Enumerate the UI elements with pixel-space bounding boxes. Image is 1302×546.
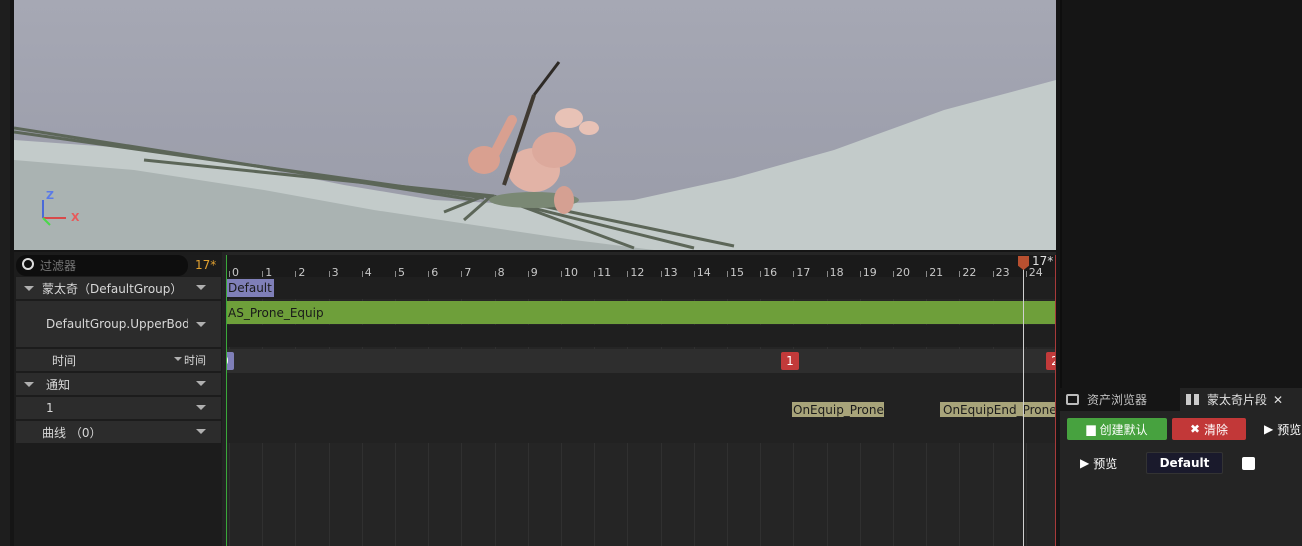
montage-track-panel: 过滤器 17* 蒙太奇（DefaultGroup） DefaultGroup.U… [14,252,1056,546]
time-dropdown-caret-icon[interactable] [174,357,182,361]
montage-sections-icon [1186,394,1199,405]
dropdown-caret-icon[interactable] [196,285,206,290]
tree-row-time[interactable]: 时间 时间 [16,349,221,371]
section-default-button[interactable]: Default [1146,452,1223,474]
close-icon[interactable]: ✕ [1273,393,1283,407]
notify-track-label: 1 [46,401,54,415]
preview-label: 预览 [1093,456,1118,471]
dropdown-caret-icon[interactable] [196,405,206,410]
document-icon: ▆ [1086,422,1096,436]
section-default-clip[interactable]: Default [226,279,274,297]
section-band [226,277,1056,299]
search-icon [22,258,34,270]
left-edge-strip [0,0,10,546]
preview-all-label: 预览 [1277,422,1302,437]
tree-row-slot[interactable]: DefaultGroup.UpperBody [16,301,221,347]
time-marker-start[interactable]: 0 [226,352,234,370]
time-marker-mid[interactable]: 1 [781,352,799,370]
notify-on-equip-prone[interactable]: OnEquip_Prone [786,402,884,417]
playhead-line[interactable] [1023,264,1024,546]
notifies-label: 通知 [46,377,71,392]
expand-caret-icon[interactable] [24,381,34,387]
tab-montage-sections[interactable]: 蒙太奇片段 ✕ [1180,388,1302,411]
play-icon: ▶ [1264,422,1274,436]
slot-label: DefaultGroup.UpperBody [46,317,188,331]
preview-viewport[interactable]: Z X [14,0,1056,250]
filter-search-input[interactable]: 过滤器 [16,255,188,276]
expand-caret-icon[interactable] [24,285,34,291]
preview-button[interactable]: ▶ 预览 [1080,452,1130,474]
clear-label: 清除 [1204,422,1229,437]
end-boundary-line [1055,255,1056,546]
time-label: 时间 [52,353,77,368]
animation-clip[interactable]: AS_Prone_Equip [226,301,1056,324]
viewport-scene [14,61,1056,250]
tree-row-montage-group[interactable]: 蒙太奇（DefaultGroup） [16,277,221,299]
clear-button[interactable]: ✖ 清除 [1172,418,1246,440]
notify-1-label: OnEquip_Prone [793,402,884,417]
preview-all-button[interactable]: ▶ 预览 [1264,418,1302,440]
section-checkbox[interactable] [1242,457,1255,470]
playhead-label: 17* (0.59) (70.63%) [1032,254,1056,268]
time-dropdown-label[interactable]: 时间 [184,352,206,368]
start-boundary-line [226,255,227,546]
asset-browser-icon [1066,394,1079,405]
animation-montage-editor: Z X 过滤器 17* 蒙太奇（DefaultGroup） DefaultGro… [0,0,1302,546]
dropdown-caret-icon[interactable] [196,429,206,434]
create-default-button[interactable]: ▆ 创建默认 [1067,418,1167,440]
notify-band [226,373,1056,443]
right-tabbar: 资产浏览器 蒙太奇片段 ✕ [1060,388,1302,411]
track-tree: 过滤器 17* 蒙太奇（DefaultGroup） DefaultGroup.U… [14,252,222,546]
notify-on-equip-end-prone[interactable]: OnEquipEnd_Prone [940,402,1056,417]
character-model [468,61,599,214]
montage-group-label: 蒙太奇（DefaultGroup） [42,281,183,296]
time-band [226,349,1056,373]
axis-x-label: X [71,211,80,224]
clear-x-icon: ✖ [1189,422,1201,436]
tree-row-notify-track[interactable]: 1 [16,397,221,419]
montage-sections-panel: ▆ 创建默认 ✖ 清除 ▶ 预览 ▶ 预览 Default [1060,411,1302,546]
current-frame-indicator: 17* [195,258,217,272]
timeline-area[interactable]: 0 1 2 3 4 5 6 7 8 9 10 11 12 13 14 15 16 17 18 19 20 21 22 23 24… [226,252,1056,546]
axis-z-label: Z [46,189,54,202]
tree-row-notifies[interactable]: 通知 [16,373,221,395]
notify-2-label: OnEquipEnd_Prone [943,402,1056,417]
slot-lower-band [226,325,1056,347]
time-ruler[interactable]: 0 1 2 3 4 5 6 7 8 9 10 11 12 13 14 15 16 17 18 19 20 21 22 23 24 [226,255,1056,279]
tab-asset-browser-label: 资产浏览器 [1087,393,1148,407]
dropdown-caret-icon[interactable] [196,322,206,327]
tree-row-curves[interactable]: 曲线 （0） [16,421,221,443]
tab-asset-browser[interactable]: 资产浏览器 [1060,388,1178,411]
filter-placeholder: 过滤器 [40,259,77,273]
curves-label: 曲线 （0） [42,425,102,440]
tab-montage-sections-label: 蒙太奇片段 [1207,393,1268,407]
dropdown-caret-icon[interactable] [196,381,206,386]
play-icon: ▶ [1080,456,1090,470]
create-default-label: 创建默认 [1099,422,1148,437]
